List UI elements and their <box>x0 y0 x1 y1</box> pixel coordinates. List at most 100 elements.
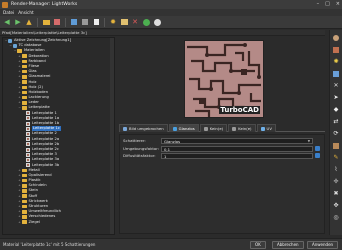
material-tree[interactable]: − Aktive Zeichnung[Zeichnung1] − TC databas… <box>2 37 115 235</box>
paint-icon[interactable]: ✎ <box>332 153 341 162</box>
forward-icon[interactable]: ▶ <box>13 17 23 27</box>
target-icon[interactable]: ◎ <box>332 213 341 222</box>
folder-icon <box>21 95 27 100</box>
shader-row: Schattierer: Glanzlos ▼ <box>123 138 313 144</box>
ambient-edit-icon[interactable] <box>315 146 320 152</box>
folder-icon <box>17 49 22 53</box>
folder-icon <box>21 215 27 219</box>
right-toolbar: ✺ ✕ ➤ ◆ ⇄ ⟳ ✎ ⌇ ✢ ✖ ✥ ◎ <box>329 30 342 235</box>
diffuse-value: 1 <box>164 154 167 159</box>
pin-icon[interactable]: ✖ <box>332 189 341 198</box>
material-icon[interactable] <box>69 17 79 27</box>
new-icon[interactable] <box>91 17 101 27</box>
tab-label: UV <box>266 126 272 131</box>
tab-reflectance[interactable]: Glanzlos <box>168 124 199 132</box>
stop-icon[interactable] <box>152 17 162 27</box>
grid-icon[interactable] <box>119 17 129 27</box>
folder-icon <box>21 194 27 198</box>
folder-icon <box>21 189 27 193</box>
eyedropper-icon[interactable]: ✢ <box>332 177 341 186</box>
tree-scrollbar[interactable] <box>110 38 114 234</box>
texture-map-icon[interactable] <box>332 141 341 150</box>
status-bar: Material 'Leiterplatte 1c' mit 5 Schatti… <box>0 238 342 250</box>
light-icon[interactable]: ✺ <box>332 57 341 66</box>
maximize-icon[interactable]: □ <box>325 1 330 7</box>
path-bar: Pfad[Materialien\Leiterplatte\Leiterplat… <box>0 30 325 36</box>
material-icon <box>26 163 30 168</box>
close-icon[interactable]: ✕ <box>332 81 341 90</box>
folder-icon <box>21 210 27 214</box>
rotate-icon[interactable]: ⟳ <box>332 129 341 138</box>
diffuse-field[interactable]: 1 <box>161 153 313 159</box>
folder-icon <box>21 178 27 183</box>
uv-icon <box>260 126 265 131</box>
shader-value: Glanzlos <box>164 139 181 144</box>
cursor-icon[interactable]: ➤ <box>332 93 341 102</box>
database-icon <box>8 38 12 43</box>
shader-select[interactable]: Glanzlos ▼ <box>161 138 313 144</box>
toolbar-separator <box>37 17 38 27</box>
material-icon <box>26 142 30 147</box>
material-icon <box>26 131 30 136</box>
texture-icon[interactable] <box>80 17 90 27</box>
expand-icon[interactable]: + <box>18 220 22 225</box>
chevron-down-icon: ▼ <box>307 139 310 143</box>
title-bar: Render-Manager: LightWorks – □ × <box>0 0 342 9</box>
collapse-icon[interactable]: − <box>9 43 13 48</box>
tree-item[interactable]: + Ziegel <box>3 220 114 225</box>
folder-icon <box>21 80 27 84</box>
menu-file[interactable]: Datei <box>3 10 14 15</box>
minimize-icon[interactable]: – <box>317 1 320 7</box>
status-text: Material 'Leiterplatte 1c' mit 5 Schatti… <box>3 242 96 247</box>
cancel-button[interactable]: Abbrechen <box>272 241 304 249</box>
cube-icon[interactable] <box>332 45 341 54</box>
folder-icon[interactable] <box>41 17 51 27</box>
library-icon[interactable] <box>52 17 62 27</box>
tab-label: Kein(e) <box>238 126 252 131</box>
folder-icon <box>21 75 27 79</box>
ambient-row: Umgebungsfaktor: 0,1 <box>123 146 320 152</box>
folder-icon <box>21 54 27 58</box>
menu-bar: Datei Ansicht <box>0 9 342 16</box>
menu-view[interactable]: Ansicht <box>18 10 33 15</box>
tab-label: Bild umgebrochen <box>129 126 164 131</box>
tab-displacement[interactable]: Kein(e) <box>228 124 256 132</box>
ambient-field[interactable]: 0,1 <box>161 146 313 152</box>
up-icon[interactable]: ▲ <box>24 17 34 27</box>
brush-icon[interactable]: ⌇ <box>332 165 341 174</box>
ok-button[interactable]: OK <box>250 241 266 249</box>
window-title: Render-Manager: LightWorks <box>11 2 78 7</box>
move-icon[interactable]: ✥ <box>332 201 341 210</box>
material-icon <box>26 147 30 152</box>
folder-icon <box>21 69 27 74</box>
apply-button[interactable]: Anwenden <box>307 241 339 249</box>
render-icon[interactable] <box>332 69 341 78</box>
sphere-icon[interactable] <box>332 33 341 42</box>
matte-icon <box>172 126 177 131</box>
tab-transparency[interactable]: Kein(e) <box>199 124 228 132</box>
preview-logo: TurboCAD <box>219 106 260 114</box>
tab-uv[interactable]: UV <box>256 124 276 132</box>
folder-icon <box>21 199 27 204</box>
material-icon <box>26 137 30 142</box>
settings-icon[interactable]: ✹ <box>108 17 118 27</box>
folder-icon <box>21 173 27 178</box>
window-controls: – □ × <box>317 1 340 7</box>
tab-color[interactable]: Bild umgebrochen <box>119 124 168 132</box>
folder-icon <box>21 220 27 224</box>
back-icon[interactable]: ◀ <box>2 17 12 27</box>
folder-icon <box>21 106 27 110</box>
diffuse-edit-icon[interactable] <box>315 153 320 159</box>
material-icon <box>26 152 30 157</box>
tree-rows: − Aktive Zeichnung[Zeichnung1] − TC databas… <box>3 38 114 225</box>
play-icon[interactable] <box>141 17 151 27</box>
shader-label: Schattierer: <box>123 138 146 144</box>
close-icon[interactable]: × <box>336 1 340 7</box>
folder-icon <box>21 64 27 69</box>
tag-icon[interactable]: ◆ <box>332 105 341 114</box>
delete-icon[interactable]: ✕ <box>130 17 140 27</box>
folder-icon <box>21 59 27 64</box>
shader-properties: Schattierer: Glanzlos ▼ Umgebungsfaktor: … <box>119 134 325 234</box>
flip-icon[interactable]: ⇄ <box>332 117 341 126</box>
collapse-icon[interactable]: − <box>18 105 22 110</box>
